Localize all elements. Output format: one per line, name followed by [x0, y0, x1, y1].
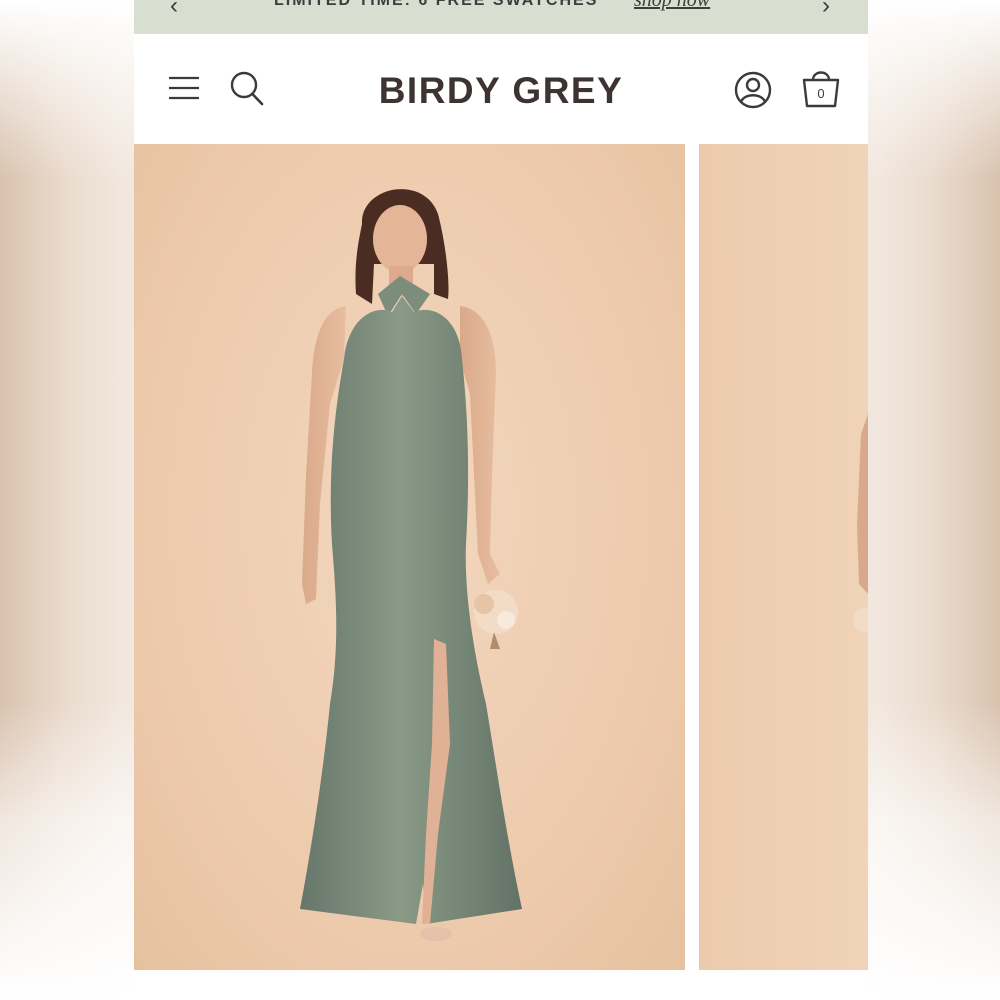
product-gallery[interactable]	[134, 144, 868, 970]
user-account-icon[interactable]	[734, 71, 772, 114]
promo-text: LIMITED TIME: 6 FREE SWATCHES	[274, 0, 599, 9]
page-bottom-area	[134, 970, 868, 1000]
cart-count: 0	[817, 86, 824, 101]
chevron-left-icon[interactable]: ‹	[170, 0, 178, 18]
shopping-bag-icon[interactable]: 0	[800, 66, 842, 115]
mobile-page: ‹ LIMITED TIME: 6 FREE SWATCHES shop now…	[134, 0, 868, 1000]
product-image-main[interactable]	[134, 144, 685, 970]
product-image-next[interactable]	[699, 144, 868, 970]
promo-banner: ‹ LIMITED TIME: 6 FREE SWATCHES shop now…	[134, 0, 868, 34]
shop-now-link[interactable]: shop now	[634, 0, 710, 12]
chevron-right-icon[interactable]: ›	[822, 0, 830, 18]
model-photo	[300, 189, 522, 941]
next-photo-peek	[853, 414, 868, 632]
site-header: BIRDY GREY 0	[134, 34, 868, 144]
